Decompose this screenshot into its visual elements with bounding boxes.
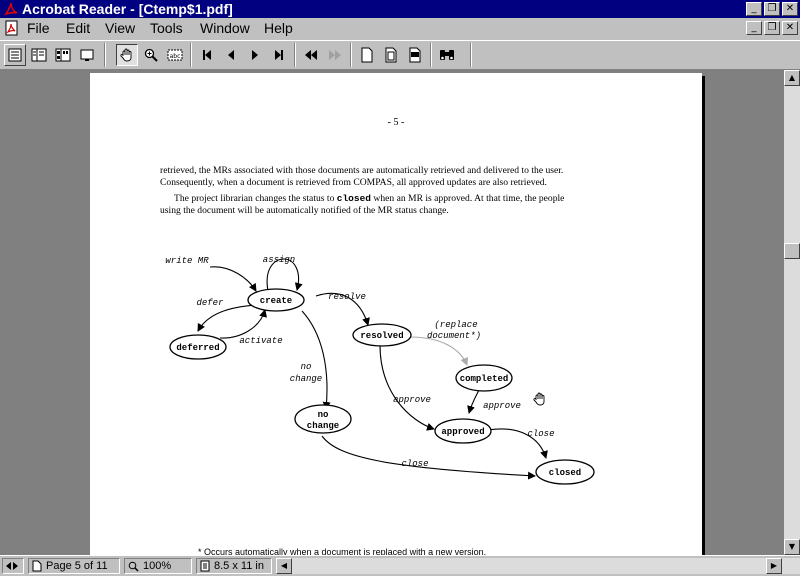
pdf-document-icon[interactable]	[4, 20, 20, 36]
page-size-icon	[200, 560, 210, 572]
scroll-up-icon[interactable]: ▲	[784, 70, 800, 86]
fit-width-icon[interactable]	[404, 44, 426, 66]
label-resolve: resolve	[328, 292, 366, 302]
magnifier-icon	[128, 561, 139, 572]
menu-bar: File Edit View Tools Window Help _ ❐ ✕	[0, 18, 800, 38]
footnote: * Occurs automatically when a document i…	[198, 547, 487, 555]
acrobat-icon	[4, 2, 18, 16]
menu-edit[interactable]: Edit	[66, 18, 90, 38]
fit-page-icon[interactable]	[380, 44, 402, 66]
menu-tools[interactable]: Tools	[150, 18, 183, 38]
thumbnails-view-icon[interactable]	[52, 44, 74, 66]
next-page-icon[interactable]	[244, 44, 266, 66]
previous-page-icon[interactable]	[220, 44, 242, 66]
menu-file[interactable]: File	[27, 18, 50, 38]
doc-restore-button[interactable]: ❐	[764, 21, 780, 35]
menu-window[interactable]: Window	[200, 18, 250, 38]
scroll-right-icon[interactable]: ▶	[766, 558, 782, 574]
page-indicator[interactable]: Page 5 of 11	[28, 558, 120, 574]
state-closed: closed	[549, 468, 581, 478]
go-back-icon[interactable]	[300, 44, 322, 66]
label-replace-document: (replace	[434, 320, 477, 330]
doc-minimize-button[interactable]: _	[746, 21, 762, 35]
label-replace-document-2: document*)	[427, 331, 481, 341]
title-bar: Acrobat Reader - [Ctemp$1.pdf] _ ❐ ✕	[0, 0, 800, 18]
label-assign: assign	[263, 255, 295, 265]
label-close-1: close	[527, 429, 554, 439]
state-create: create	[260, 296, 292, 306]
vertical-scrollbar[interactable]: ▲ ▼	[784, 70, 800, 555]
close-button[interactable]: ✕	[782, 2, 798, 16]
text-select-tool-icon[interactable]: abc	[164, 44, 186, 66]
label-close-2: close	[401, 459, 428, 469]
state-no-change-line2: change	[307, 421, 339, 431]
page-icon	[32, 560, 42, 572]
full-screen-icon[interactable]	[76, 44, 98, 66]
restore-button[interactable]: ❐	[764, 2, 780, 16]
window-title: Acrobat Reader - [Ctemp$1.pdf]	[22, 1, 233, 17]
zoom-tool-icon[interactable]	[140, 44, 162, 66]
find-binoculars-icon[interactable]	[436, 44, 458, 66]
size-status-text: 8.5 x 11 in	[214, 560, 264, 572]
zoom-status-text: 100%	[143, 560, 172, 572]
menu-view[interactable]: View	[105, 18, 135, 38]
scroll-down-icon[interactable]: ▼	[784, 539, 800, 555]
state-approved: approved	[441, 427, 484, 437]
actual-size-icon[interactable]	[356, 44, 378, 66]
document-viewport[interactable]: - 5 - retrieved, the MRs associated with…	[0, 70, 784, 555]
state-diagram: create deferred resolved completed no ch…	[165, 255, 595, 485]
first-page-icon[interactable]	[196, 44, 218, 66]
minimize-button[interactable]: _	[746, 2, 762, 16]
last-page-icon[interactable]	[268, 44, 290, 66]
page-only-view-icon[interactable]	[4, 44, 26, 66]
label-write-mr: write MR	[165, 256, 209, 266]
doc-close-button[interactable]: ✕	[782, 21, 798, 35]
vertical-scroll-thumb[interactable]	[784, 243, 800, 259]
go-forward-icon[interactable]	[324, 44, 346, 66]
label-no-change-2: change	[290, 374, 322, 384]
state-no-change-line1: no	[318, 410, 329, 420]
horizontal-scrollbar[interactable]: ◀ ▶	[276, 558, 800, 574]
scroll-left-icon[interactable]: ◀	[276, 558, 292, 574]
pdf-page: - 5 - retrieved, the MRs associated with…	[90, 73, 702, 555]
label-approve-2: approve	[483, 401, 521, 411]
page-flip-icon[interactable]	[2, 558, 24, 574]
label-activate: activate	[239, 336, 282, 346]
page-status-text: Page 5 of 11	[46, 560, 108, 572]
hand-tool-icon[interactable]	[116, 44, 138, 66]
state-completed: completed	[460, 374, 509, 384]
svg-text:abc: abc	[170, 53, 181, 60]
zoom-indicator[interactable]: 100%	[124, 558, 192, 574]
status-bar: Page 5 of 11 100% 8.5 x 11 in ◀ ▶	[0, 555, 800, 576]
label-approve-1: approve	[393, 395, 431, 405]
state-resolved: resolved	[360, 331, 403, 341]
label-defer: defer	[196, 298, 224, 308]
toolbar: abc	[0, 40, 800, 70]
label-no-change-1: no	[301, 362, 312, 372]
hand-cursor-icon	[533, 392, 545, 406]
state-deferred: deferred	[176, 343, 219, 353]
page-size-indicator[interactable]: 8.5 x 11 in	[196, 558, 272, 574]
menu-help[interactable]: Help	[264, 18, 293, 38]
bookmarks-view-icon[interactable]	[28, 44, 50, 66]
